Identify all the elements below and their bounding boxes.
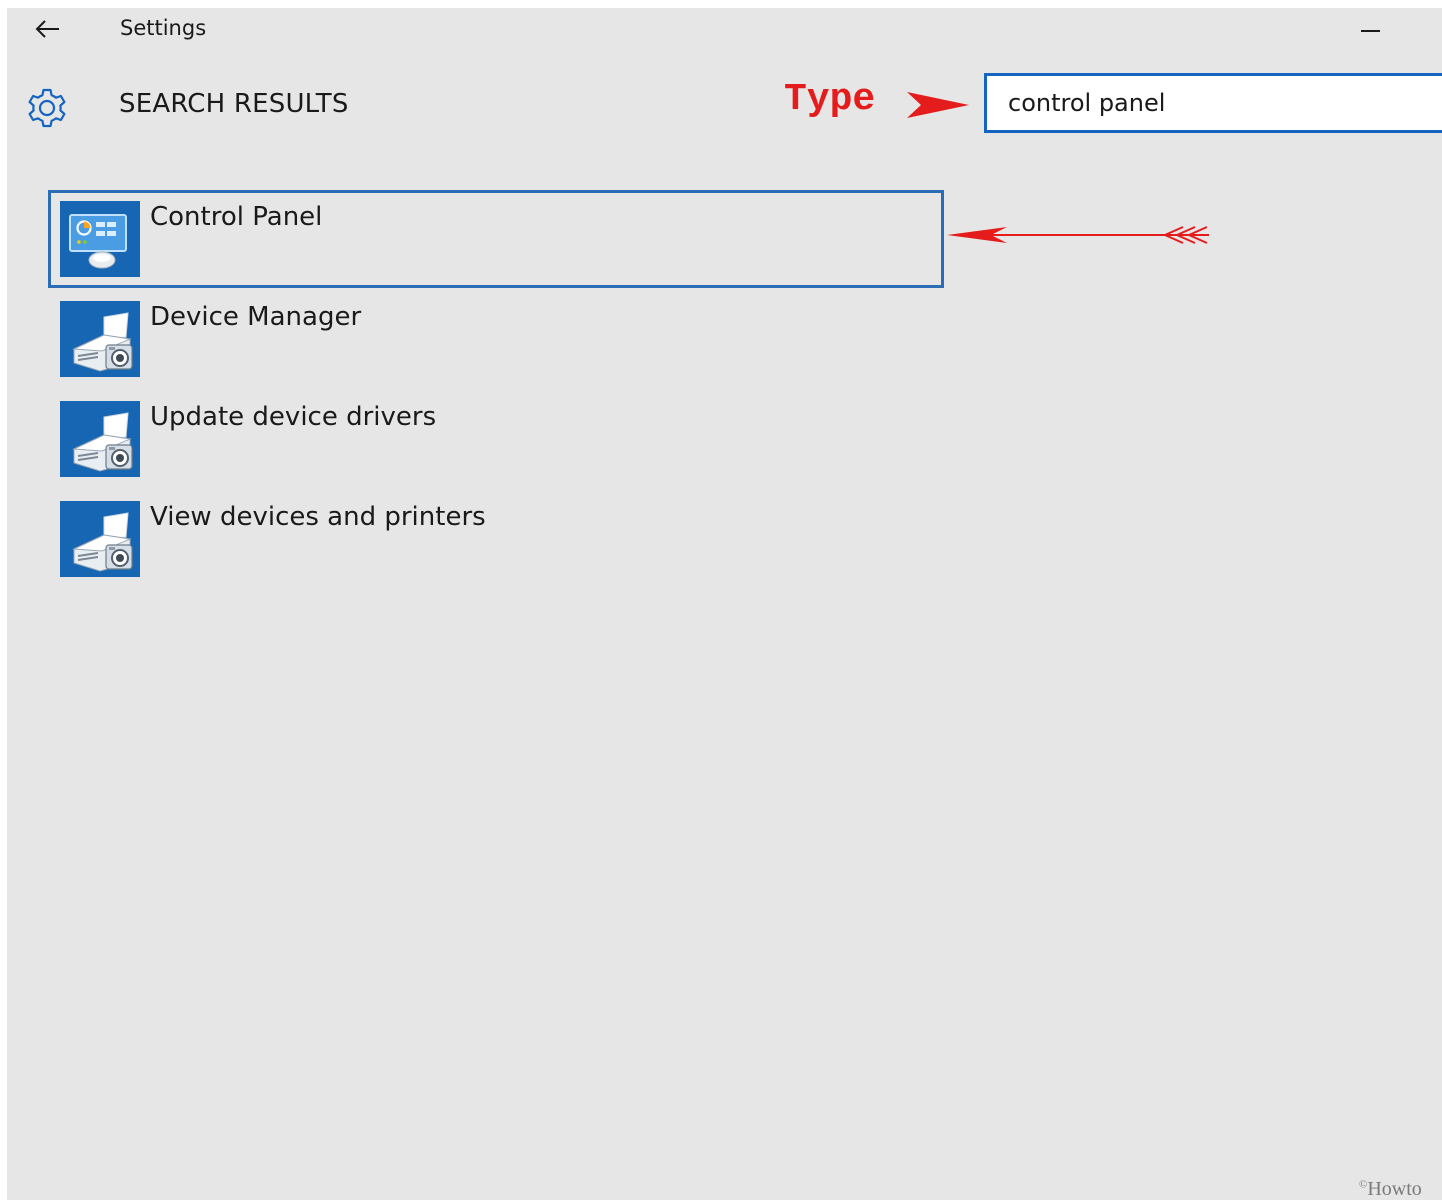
result-update-device-drivers[interactable]: Update device drivers [48, 390, 944, 488]
page-title: SEARCH RESULTS [119, 89, 349, 119]
watermark: ©Howto [1359, 1178, 1422, 1200]
minimize-icon [1360, 30, 1380, 32]
back-button[interactable] [31, 14, 65, 44]
result-label: Control Panel [150, 202, 323, 232]
gear-icon [28, 88, 66, 128]
app-title: Settings [120, 16, 207, 40]
result-device-manager[interactable]: Device Manager [48, 290, 944, 388]
arrow-left-annotation-icon [947, 226, 1209, 244]
settings-window: Settings SEARCH RESULTS Type control pan… [7, 8, 1442, 1200]
minimize-button[interactable] [1350, 14, 1390, 48]
arrow-left-icon [35, 20, 59, 38]
devices-printer-icon [60, 501, 140, 577]
control-panel-icon [60, 201, 140, 277]
devices-printer-icon [60, 401, 140, 477]
result-label: View devices and printers [150, 502, 486, 532]
result-label: Update device drivers [150, 402, 437, 432]
result-view-devices-and-printers[interactable]: View devices and printers [48, 490, 944, 588]
result-label: Device Manager [150, 302, 362, 332]
devices-printer-icon [60, 301, 140, 377]
search-input[interactable] [1008, 76, 1428, 130]
type-annotation: Type [784, 78, 876, 121]
search-box[interactable] [984, 73, 1442, 133]
result-control-panel[interactable]: Control Panel [48, 190, 944, 288]
arrow-right-annotation-icon [907, 92, 969, 118]
